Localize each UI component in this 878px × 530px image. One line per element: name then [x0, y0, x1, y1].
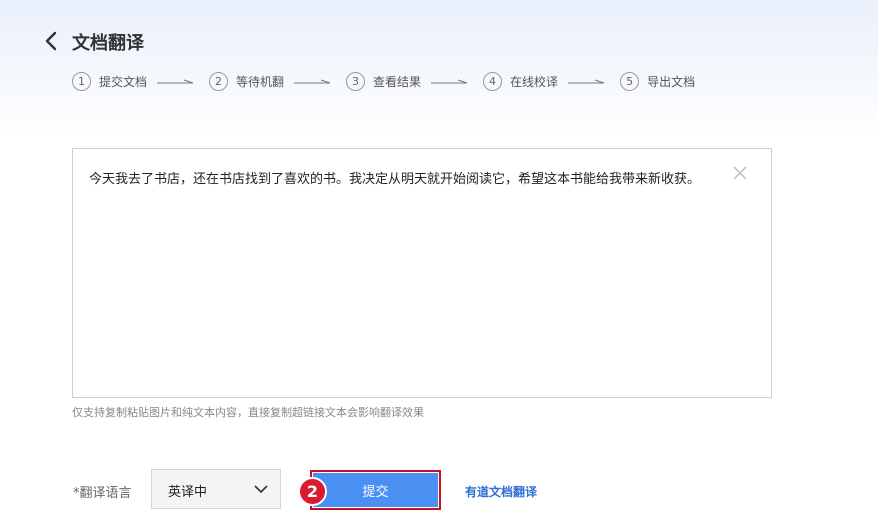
step-2: 2 等待机翻: [209, 71, 285, 91]
chevron-down-icon: [254, 485, 268, 494]
source-text[interactable]: 今天我去了书店，还在书店找到了喜欢的书。我决定从明天就开始阅读它，希望这本书能给…: [89, 171, 747, 189]
step-arrow-icon: [294, 79, 331, 84]
chevron-left-icon: [45, 31, 57, 51]
youdao-doc-translate-link[interactable]: 有道文档翻译: [465, 483, 537, 500]
steps-progress: 1 提交文档 2 等待机翻 3 查看结果 4 在线校译 5 导出文档: [72, 71, 695, 91]
step-number: 3: [346, 71, 366, 91]
back-button[interactable]: [42, 30, 62, 52]
step-label: 查看结果: [373, 74, 422, 89]
close-icon: [733, 166, 747, 180]
submit-button[interactable]: 提交: [313, 473, 438, 507]
language-label: *翻译语言: [73, 486, 132, 501]
clear-button[interactable]: [733, 165, 747, 180]
step-5: 5 导出文档: [620, 71, 696, 91]
step-number: 2: [209, 71, 229, 91]
step-label: 提交文档: [99, 74, 148, 89]
step-number: 4: [483, 71, 503, 91]
language-select-value: 英译中: [168, 485, 208, 500]
step-3: 3 查看结果: [346, 71, 422, 91]
step-arrow-icon: [431, 79, 468, 84]
step-arrow-icon: [568, 79, 605, 84]
step-label: 等待机翻: [236, 74, 285, 89]
step-label: 在线校译: [510, 74, 559, 89]
step-1: 1 提交文档: [72, 71, 148, 91]
header-background: [0, 0, 878, 140]
language-select[interactable]: 英译中: [151, 469, 281, 509]
source-text-area[interactable]: 今天我去了书店，还在书店找到了喜欢的书。我决定从明天就开始阅读它，希望这本书能给…: [72, 148, 772, 398]
step-number: 1: [72, 71, 91, 91]
page-title: 文档翻译: [72, 33, 144, 54]
step-label: 导出文档: [647, 74, 696, 89]
step-number: 5: [620, 71, 640, 91]
step-4: 4 在线校译: [483, 71, 559, 91]
step-arrow-icon: [157, 79, 194, 84]
step-badge: 2: [298, 477, 327, 506]
input-hint: 仅支持复制粘贴图片和纯文本内容，直接复制超链接文本会影响翻译效果: [72, 406, 424, 419]
